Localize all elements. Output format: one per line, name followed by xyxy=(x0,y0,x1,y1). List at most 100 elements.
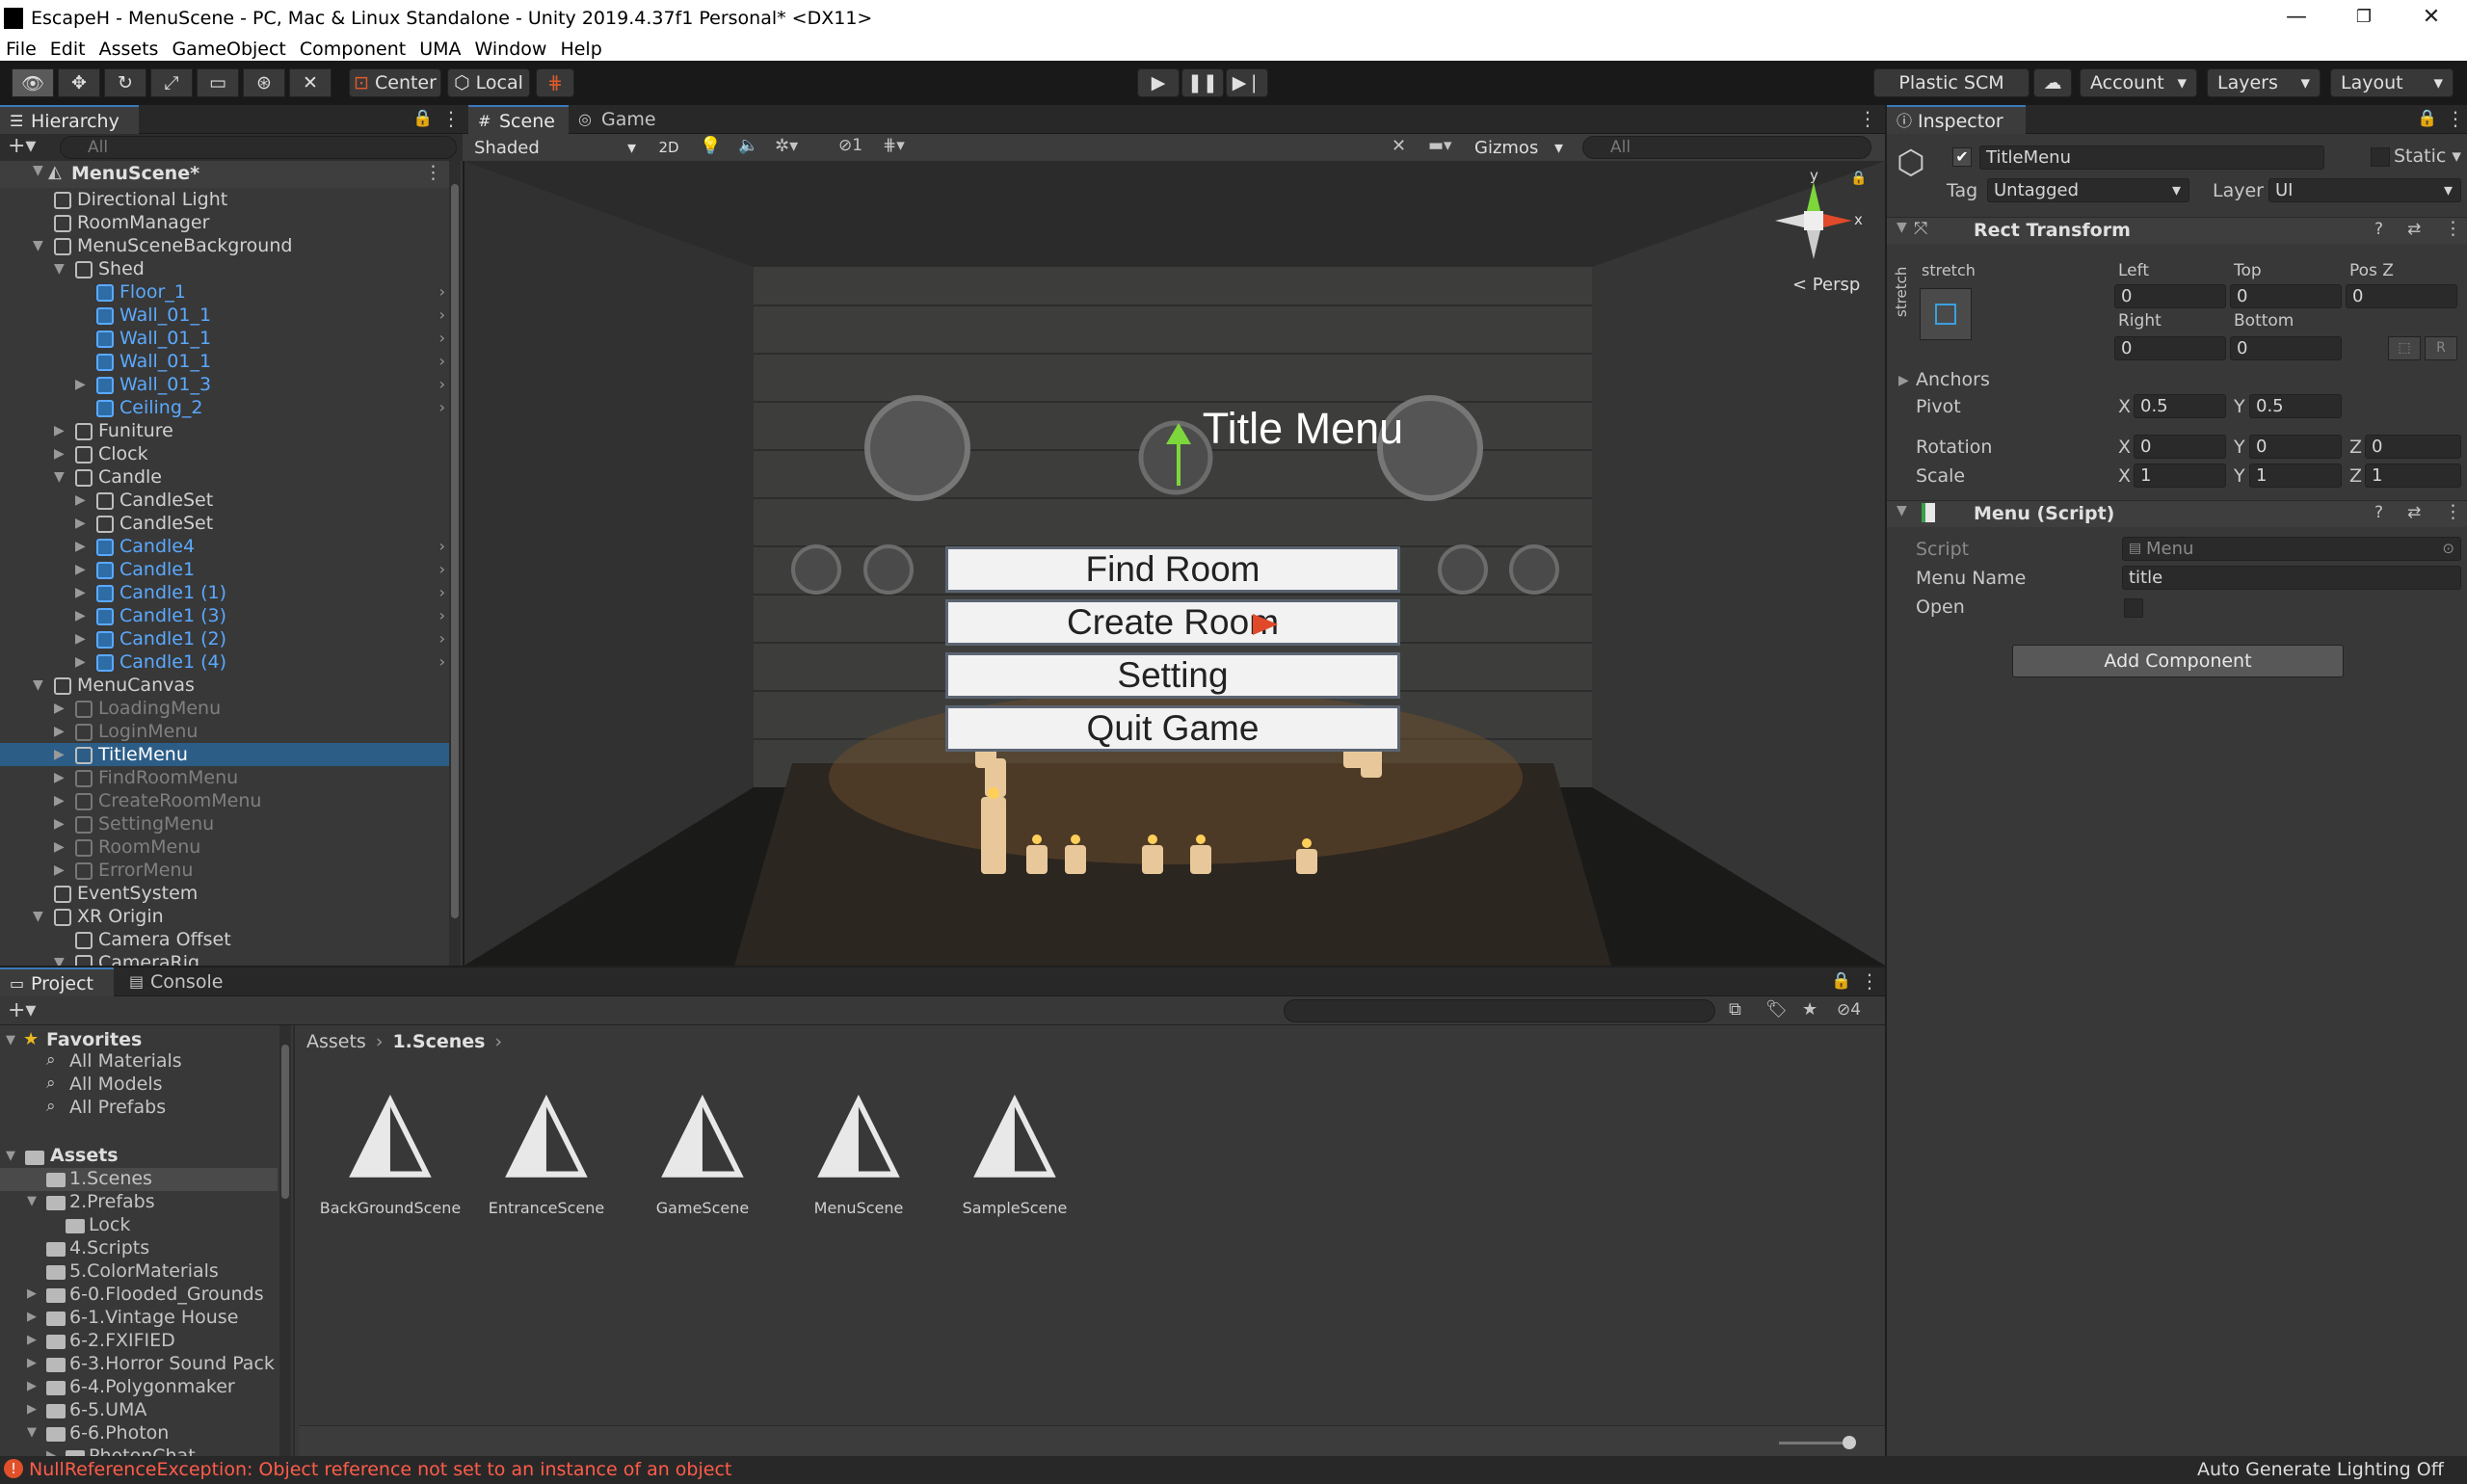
tools-icon[interactable]: ✕ xyxy=(1392,136,1406,156)
collapsed-arrow-icon[interactable]: ▶ xyxy=(54,766,65,789)
tab-hierarchy[interactable]: ☰ Hierarchy xyxy=(0,105,139,134)
scene-asset[interactable]: ◭ EntranceScene xyxy=(469,1070,623,1233)
hierarchy-item[interactable]: Wall_01_1 › xyxy=(0,304,455,327)
favorite-item[interactable]: ⌕ All Materials xyxy=(0,1050,278,1073)
project-lock-icon[interactable]: 🔒 xyxy=(1831,971,1851,991)
blueprint-mode-icon[interactable]: ⬚ xyxy=(2388,336,2421,360)
menu-script-header[interactable]: ▼ Menu (Script) ? ⇄ ⋮ xyxy=(1887,500,2467,527)
hierarchy-item[interactable]: ▶ Candle1 (3) › xyxy=(0,604,455,627)
menu-assets[interactable]: Assets xyxy=(99,39,159,60)
open-prefab-chevron-icon[interactable]: › xyxy=(439,280,445,304)
anchors-arrow-icon[interactable]: ▶ xyxy=(1898,373,1909,388)
effects-toggle-icon[interactable]: ✲▾ xyxy=(775,136,798,156)
hierarchy-item[interactable]: ▶ Candle4 › xyxy=(0,535,455,558)
hierarchy-search-input[interactable]: All xyxy=(60,136,457,159)
folder-item[interactable]: ▶ 6-1.Vintage House xyxy=(0,1307,278,1330)
collapsed-arrow-icon[interactable]: ▶ xyxy=(75,512,86,535)
open-prefab-chevron-icon[interactable]: › xyxy=(439,535,445,558)
script-preset-icon[interactable]: ⇄ xyxy=(2407,503,2421,522)
hierarchy-item[interactable]: ▶ Candle1 (4) › xyxy=(0,650,455,674)
hierarchy-scrollbar[interactable] xyxy=(449,161,461,966)
create-asset-button[interactable]: +▾ xyxy=(8,998,36,1022)
search-by-label-icon[interactable]: 🏷 xyxy=(1765,999,1788,1020)
hierarchy-item[interactable]: ▶ TitleMenu xyxy=(0,743,455,766)
rotation-y-field[interactable]: 0 xyxy=(2249,435,2342,459)
folder-item[interactable]: 4.Scripts xyxy=(0,1237,278,1260)
static-checkbox[interactable] xyxy=(2371,147,2390,167)
menu-uma[interactable]: UMA xyxy=(419,39,461,60)
add-object-button[interactable]: +▾ xyxy=(8,134,36,158)
open-prefab-chevron-icon[interactable]: › xyxy=(439,373,445,396)
collapsed-arrow-icon[interactable]: ▶ xyxy=(27,1379,37,1393)
maximize-button[interactable]: ❐ xyxy=(2330,0,2398,37)
folder-item[interactable]: Lock xyxy=(0,1214,278,1237)
scene-asset[interactable]: ◭ BackGroundScene xyxy=(313,1070,467,1233)
hierarchy-item[interactable]: ▶ Clock xyxy=(0,442,455,465)
scene-search-input[interactable]: All xyxy=(1582,136,1871,159)
hierarchy-item[interactable]: ▶ Candle1 › xyxy=(0,558,455,581)
lighting-toggle-icon[interactable]: 💡 xyxy=(700,136,721,156)
inspector-lock-icon[interactable]: 🔒 xyxy=(2417,109,2437,128)
shading-mode-dropdown[interactable]: Shaded ▾ xyxy=(468,136,642,159)
script-field[interactable]: ▤ Menu ⊙ xyxy=(2122,537,2461,561)
rotation-z-field[interactable]: 0 xyxy=(2365,435,2461,459)
menu-name-field[interactable]: title xyxy=(2122,566,2461,590)
favorite-item[interactable]: ⌕ All Prefabs xyxy=(0,1097,278,1120)
breadcrumb-scenes[interactable]: 1.Scenes xyxy=(392,1031,485,1052)
static-dropdown[interactable]: Static ▾ xyxy=(2394,146,2461,167)
hierarchy-item[interactable]: ▶ LoginMenu xyxy=(0,720,455,743)
open-prefab-chevron-icon[interactable]: › xyxy=(439,396,445,419)
expanded-arrow-icon[interactable]: ▼ xyxy=(54,257,65,280)
open-prefab-chevron-icon[interactable]: › xyxy=(439,650,445,674)
hierarchy-item[interactable]: Directional Light xyxy=(0,188,455,211)
raw-edit-button[interactable]: R xyxy=(2425,336,2457,360)
setting-button[interactable]: Setting xyxy=(945,652,1400,699)
pivot-center-button[interactable]: ⊡ Center xyxy=(349,68,441,97)
grid-toggle-icon[interactable]: ⋕▾ xyxy=(883,136,905,155)
layout-dropdown[interactable]: Layout ▾ xyxy=(2330,68,2454,97)
open-prefab-chevron-icon[interactable]: › xyxy=(439,558,445,581)
scene-header-row[interactable]: ◭ ▼ MenuScene* ⋮ xyxy=(0,161,455,188)
hierarchy-item[interactable]: ▼ CameraRig xyxy=(0,951,455,966)
menu-file[interactable]: File xyxy=(6,39,37,60)
script-help-icon[interactable]: ? xyxy=(2374,503,2383,522)
tab-game[interactable]: ◎ Game xyxy=(570,105,667,134)
tab-project[interactable]: ▭ Project xyxy=(0,967,114,996)
hierarchy-item[interactable]: ▶ ErrorMenu xyxy=(0,859,455,882)
component-menu-icon[interactable]: ⋮ xyxy=(2444,218,2462,239)
scrollbar-thumb[interactable] xyxy=(451,184,459,918)
icon-size-slider-track[interactable] xyxy=(1779,1442,1852,1444)
pivot-local-button[interactable]: ⬡ Local xyxy=(447,68,530,97)
hierarchy-item[interactable]: RoomManager xyxy=(0,211,455,234)
hierarchy-item[interactable]: ▼ XR Origin xyxy=(0,905,455,928)
scene-asset[interactable]: ◭ GameScene xyxy=(625,1070,780,1233)
create-room-button[interactable]: Create Room xyxy=(945,599,1400,646)
script-menu-icon[interactable]: ⋮ xyxy=(2444,501,2462,522)
2d-toggle-button[interactable]: 2D xyxy=(651,136,686,159)
hierarchy-item[interactable]: ▶ Candle1 (2) › xyxy=(0,627,455,650)
collapsed-arrow-icon[interactable]: ▶ xyxy=(75,604,86,627)
layers-dropdown[interactable]: Layers ▾ xyxy=(2207,68,2321,97)
hierarchy-item[interactable]: ▶ FindRoomMenu xyxy=(0,766,455,789)
folder-item[interactable]: ▶ 6-3.Horror Sound Pack xyxy=(0,1353,278,1376)
collapsed-arrow-icon[interactable]: ▶ xyxy=(27,1310,37,1324)
hierarchy-item[interactable]: EventSystem xyxy=(0,882,455,905)
hierarchy-item[interactable]: ▶ Candle1 (1) › xyxy=(0,581,455,604)
cloud-icon[interactable]: ☁ xyxy=(2033,68,2072,97)
hierarchy-item[interactable]: ▶ CandleSet xyxy=(0,489,455,512)
hierarchy-item[interactable]: ▶ Wall_01_3 › xyxy=(0,373,455,396)
lock-icon[interactable]: 🔒 xyxy=(412,109,433,128)
hierarchy-item[interactable]: Wall_01_1 › xyxy=(0,327,455,350)
menu-edit[interactable]: Edit xyxy=(50,39,86,60)
collapsed-arrow-icon[interactable]: ▶ xyxy=(75,581,86,604)
more-menu-icon[interactable]: ⋮ xyxy=(441,107,461,130)
open-prefab-chevron-icon[interactable]: › xyxy=(439,350,445,373)
hidden-packages-icon[interactable]: ⊘4 xyxy=(1837,1000,1861,1020)
error-message[interactable]: NullReferenceException: Object reference… xyxy=(29,1459,731,1480)
collapsed-arrow-icon[interactable]: ▶ xyxy=(75,650,86,674)
scene-asset[interactable]: ◭ MenuScene xyxy=(782,1070,936,1233)
account-dropdown[interactable]: Account ▾ xyxy=(2080,68,2197,97)
view-tool-icon[interactable]: 👁 xyxy=(12,68,54,97)
collapsed-arrow-icon[interactable]: ▶ xyxy=(75,373,86,396)
scale-x-field[interactable]: 1 xyxy=(2134,464,2226,488)
